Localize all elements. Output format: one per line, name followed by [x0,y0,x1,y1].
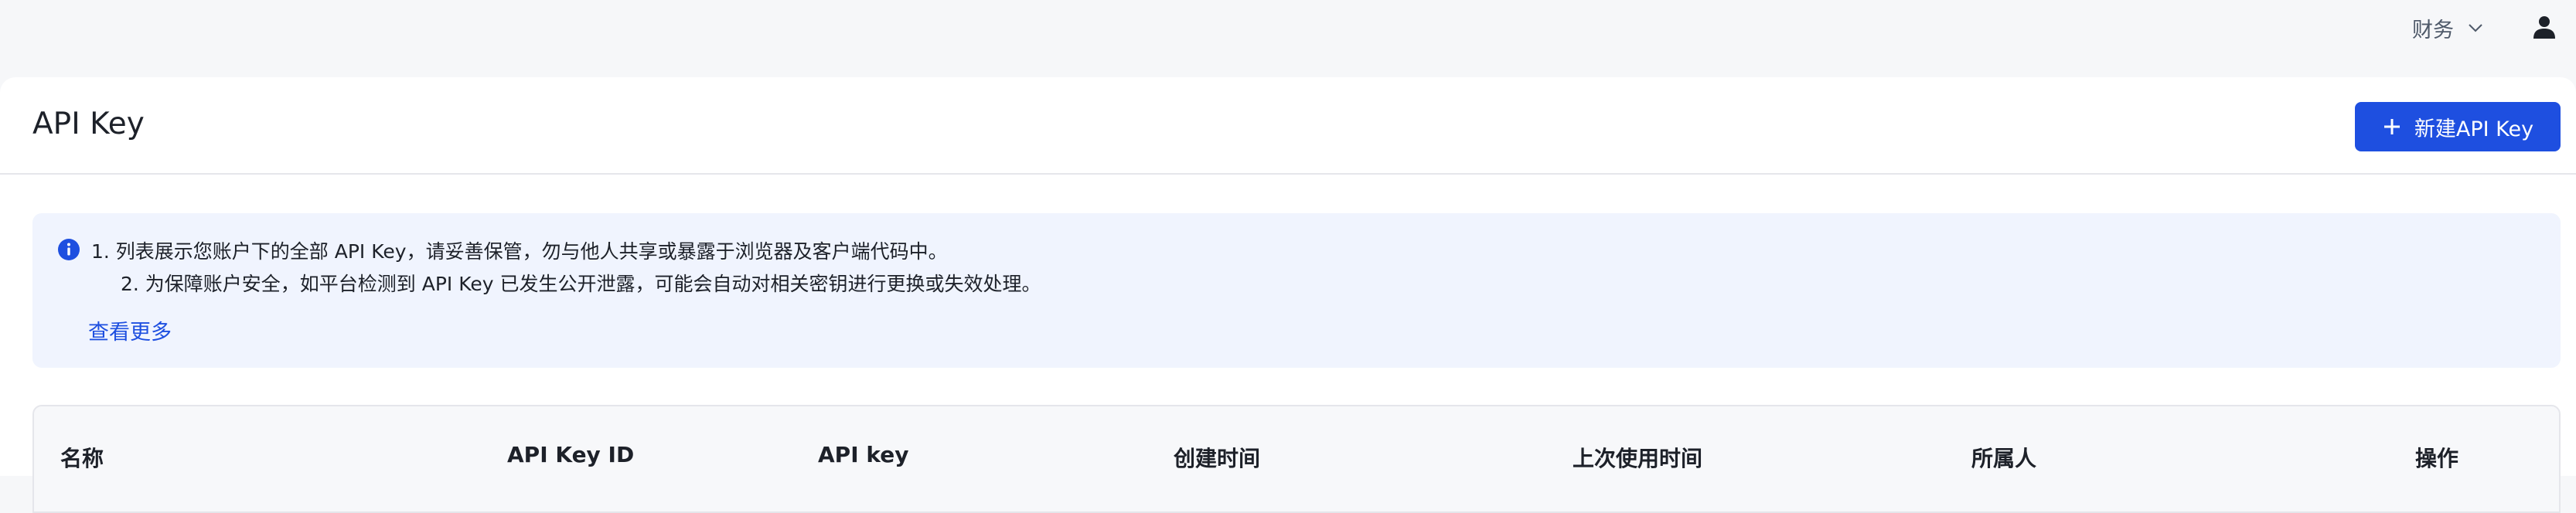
notice-line-2: 2. 为保障账户安全，如平台检测到 API Key 已发生公开泄露，可能会自动对… [121,273,1041,295]
chevron-down-icon [2469,24,2482,32]
page-title: API Key [32,107,145,141]
column-header-api-key: API key [818,442,909,467]
info-icon [58,239,80,260]
api-key-table: 名称 API Key ID API key 创建时间 上次使用时间 所属人 操作 [32,405,2561,513]
user-icon[interactable] [2531,14,2557,40]
finance-menu-label: 财务 [2412,18,2454,42]
notice-line-1: 1. 列表展示您账户下的全部 API Key，请妥善保管，勿与他人共享或暴露于浏… [91,240,948,263]
finance-menu[interactable]: 财务 [2412,12,2485,43]
new-api-key-button[interactable]: 新建API Key [2355,102,2561,151]
column-header-created-time: 创建时间 [1174,446,1261,471]
info-notice: 1. 列表展示您账户下的全部 API Key，请妥善保管，勿与他人共享或暴露于浏… [32,213,2561,368]
view-more-link[interactable]: 查看更多 [88,315,172,345]
column-header-last-used-time: 上次使用时间 [1573,446,1703,471]
plus-icon [2383,119,2400,134]
column-header-name: 名称 [60,446,104,471]
column-header-owner: 所属人 [1971,446,2037,471]
new-api-key-label: 新建API Key [2414,117,2534,141]
top-bar: 财务 [0,0,2576,77]
page-header: API Key 新建API Key [0,77,2576,175]
column-header-api-key-id: API Key ID [507,442,635,467]
column-header-actions: 操作 [2415,446,2459,471]
main-card: API Key 新建API Key 1. 列表展示您账户下的全部 API Key… [0,77,2576,513]
